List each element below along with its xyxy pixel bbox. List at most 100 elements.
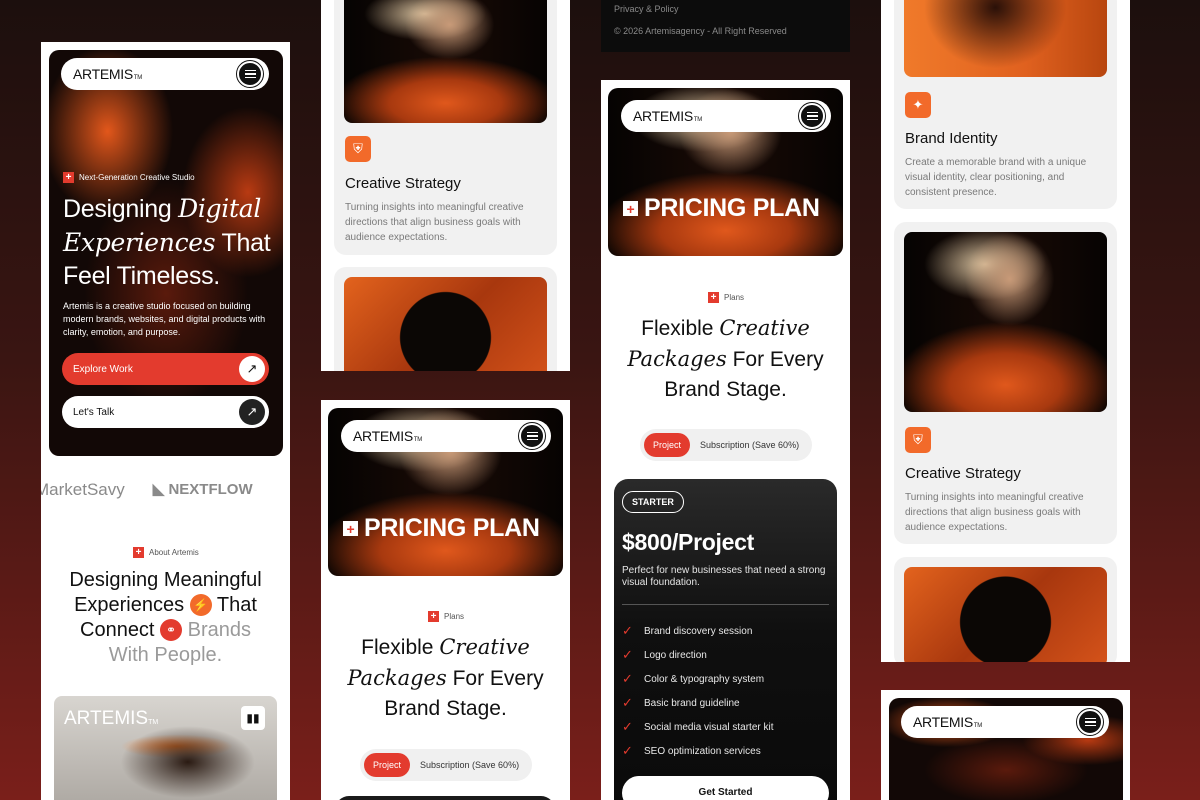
- client-logo-nextflow: ◣ NEXTFLOW: [153, 480, 253, 500]
- hero-headline-italic: Digital: [178, 194, 262, 223]
- lets-talk-button[interactable]: Let's Talk ↗: [62, 396, 269, 428]
- about-line: Designing Meaningful: [69, 569, 262, 591]
- menu-button[interactable]: [236, 60, 264, 88]
- about-word: Brands: [187, 619, 251, 641]
- feature-list: ✓ Brand discovery session ✓ Logo direction…: [622, 619, 832, 763]
- menu-button[interactable]: [518, 422, 546, 450]
- menu-button[interactable]: [798, 102, 826, 130]
- menu-button[interactable]: [1076, 708, 1104, 736]
- hero-headline: Designing Digital Experiences That Feel …: [63, 192, 278, 293]
- menu-icon-line: [244, 73, 256, 75]
- toggle-project[interactable]: Project: [644, 433, 691, 457]
- service-description: Create a memorable brand with a unique v…: [905, 157, 1087, 198]
- price-card-peek: [335, 796, 555, 800]
- feature-text: SEO optimization services: [644, 745, 761, 757]
- service-card-creative-strategy[interactable]: ⛨ Creative Strategy Turning insights int…: [334, 0, 557, 255]
- explore-work-label: Explore Work: [73, 363, 133, 375]
- pricing-title-text: PRICING PLAN: [644, 194, 820, 222]
- mobile-screen-services-2: ✦ Brand Identity Create a memorable bran…: [881, 0, 1130, 662]
- card-logo-tm: TM: [148, 719, 159, 726]
- service-image: [904, 0, 1107, 77]
- brand-logo[interactable]: ARTEMISTM: [73, 66, 142, 82]
- feature-text: Basic brand guideline: [644, 697, 740, 709]
- pricing-title-text: PRICING PLAN: [364, 514, 540, 542]
- service-card-next[interactable]: [334, 267, 557, 371]
- brand-tm: TM: [413, 437, 422, 443]
- about-headline: Designing Meaningful Experiences ⚡ That …: [41, 568, 290, 668]
- check-icon: ✓: [622, 623, 633, 638]
- brand-logo[interactable]: ARTEMISTM: [633, 108, 702, 124]
- feature-item: ✓ Brand discovery session: [622, 619, 832, 643]
- service-title: Creative Strategy: [905, 465, 1021, 482]
- brand-logo[interactable]: ARTEMISTM: [913, 714, 982, 730]
- menu-icon-line: [526, 435, 538, 437]
- toggle-project[interactable]: Project: [364, 753, 411, 777]
- card-logo: ARTEMISTM: [64, 708, 158, 730]
- menu-icon-line: [806, 118, 818, 121]
- mobile-screen-home-2: ARTEMISTM: [881, 690, 1130, 800]
- brand-name: ARTEMIS: [633, 108, 693, 124]
- plan-divider: [622, 604, 829, 605]
- service-card-next[interactable]: [894, 557, 1117, 662]
- check-icon: ✓: [622, 671, 633, 686]
- plus-square-icon: +: [133, 547, 144, 558]
- feature-text: Logo direction: [644, 649, 707, 661]
- plans-tag-text: Plans: [724, 293, 745, 302]
- check-icon: ✓: [622, 743, 633, 758]
- feature-item: ✓ Logo direction: [622, 643, 832, 667]
- service-title: Brand Identity: [905, 130, 998, 147]
- service-card-brand-identity[interactable]: ✦ Brand Identity Create a memorable bran…: [894, 0, 1117, 209]
- client-logo-marketsavy: MarketSavy: [41, 480, 125, 499]
- menu-icon-line: [1084, 721, 1096, 723]
- feature-text: Social media visual starter kit: [644, 721, 774, 733]
- service-card-creative-strategy[interactable]: ⛨ Creative Strategy Turning insights int…: [894, 222, 1117, 544]
- arrow-up-right-icon: ↗: [239, 356, 265, 382]
- toggle-subscription[interactable]: Subscription (Save 60%): [700, 440, 799, 450]
- service-image: [344, 0, 547, 123]
- plus-square-icon: +: [623, 201, 638, 217]
- plans-tag: + Plans: [428, 611, 464, 622]
- hero-tag: + Next-Generation Creative Studio: [63, 172, 195, 183]
- plans-line: Brand Stage.: [664, 378, 787, 401]
- sparkle-icon: ✦: [905, 92, 931, 118]
- service-image-sun: [904, 567, 1107, 662]
- billing-toggle: Project Subscription (Save 60%): [640, 429, 812, 461]
- pricing-title: + PRICING PLAN: [343, 514, 540, 543]
- get-started-button[interactable]: Get Started: [622, 776, 829, 800]
- plus-square-icon: +: [343, 521, 358, 537]
- plans-word: For Every: [732, 348, 824, 371]
- about-line: Experiences ⚡ That: [41, 593, 290, 618]
- plans-italic: Creative: [719, 316, 810, 340]
- brand-logo[interactable]: ARTEMISTM: [353, 428, 422, 444]
- nextflow-icon: ◣: [152, 481, 169, 498]
- check-icon: ✓: [622, 719, 633, 734]
- navbar: ARTEMISTM: [61, 58, 269, 90]
- navbar: ARTEMISTM: [901, 706, 1109, 738]
- plans-line: Brand Stage.: [384, 697, 507, 720]
- bolt-icon: ⚡: [189, 594, 212, 616]
- footer-link-privacy[interactable]: Privacy & Policy: [614, 4, 679, 14]
- hero-section: ARTEMISTM + Next-Generation Creative Stu…: [49, 50, 283, 456]
- lets-talk-label: Let's Talk: [73, 406, 115, 418]
- toggle-subscription[interactable]: Subscription (Save 60%): [420, 760, 519, 770]
- shield-icon: ⛨: [905, 427, 931, 453]
- service-image: [904, 232, 1107, 412]
- plans-headline: Flexible Creative Packages For Every Bra…: [601, 313, 850, 405]
- brand-name: ARTEMIS: [913, 714, 973, 730]
- menu-icon-line: [526, 438, 538, 441]
- pricing-hero: ARTEMISTM + PRICING PLAN: [608, 88, 843, 256]
- plus-square-icon: +: [428, 611, 439, 622]
- service-description: Turning insights into meaningful creativ…: [345, 202, 524, 243]
- about-word: Experiences: [74, 594, 185, 616]
- chart-icon[interactable]: ▮▮: [241, 706, 265, 730]
- brand-tm: TM: [133, 75, 142, 81]
- plus-square-icon: +: [708, 292, 719, 303]
- billing-toggle: Project Subscription (Save 60%): [360, 749, 532, 781]
- plans-tag-text: Plans: [444, 612, 465, 621]
- feature-item: ✓ Color & typography system: [622, 667, 832, 691]
- brand-name: ARTEMIS: [73, 66, 133, 82]
- mobile-screen-pricing-a: ARTEMISTM + PRICING PLAN + Plans Flexibl…: [321, 400, 570, 800]
- plans-italic: Packages: [627, 347, 727, 371]
- explore-work-button[interactable]: Explore Work ↗: [62, 353, 269, 385]
- about-word: That: [216, 594, 257, 616]
